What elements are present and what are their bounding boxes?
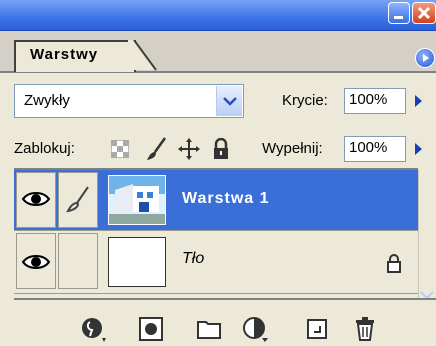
padlock-icon [387, 254, 401, 273]
new-group-icon[interactable] [196, 316, 222, 342]
layer-name[interactable]: Tło [182, 250, 204, 268]
close-icon [417, 6, 431, 20]
visibility-toggle[interactable] [16, 233, 56, 289]
lock-label: Zablokuj: [14, 140, 75, 157]
move-lock-icon[interactable] [178, 138, 200, 160]
visibility-toggle[interactable] [16, 172, 56, 228]
fill-label: Wypełnij: [262, 140, 323, 157]
layers-scrollbar[interactable] [418, 170, 436, 310]
photo-thumbnail-icon [109, 176, 165, 224]
opacity-label: Krycie: [282, 92, 328, 109]
brush-icon [66, 186, 89, 213]
close-button[interactable] [412, 2, 436, 24]
layer-style-icon[interactable] [80, 316, 106, 342]
fill-slider-arrow-icon[interactable] [410, 136, 428, 162]
chevron-down-icon [223, 97, 237, 106]
tab-edge [128, 40, 157, 71]
eye-icon [21, 255, 51, 269]
opacity-input[interactable]: 100% [344, 88, 406, 114]
minimize-button[interactable] [388, 2, 410, 24]
padlock-icon[interactable] [212, 138, 230, 160]
new-layer-icon[interactable] [304, 316, 330, 342]
layer-name[interactable]: Warstwa 1 [182, 190, 270, 208]
eye-icon [21, 192, 51, 206]
panel-menu-button[interactable] [415, 48, 435, 68]
layer-thumbnail[interactable] [108, 237, 166, 287]
link-toggle[interactable] [58, 172, 98, 228]
opacity-slider-arrow-icon[interactable] [410, 88, 428, 114]
fill-input[interactable]: 100% [344, 136, 406, 162]
brush-lock-icon[interactable] [145, 136, 169, 162]
blend-mode-value: Zwykły [24, 92, 70, 109]
layer-mask-icon[interactable] [138, 316, 164, 342]
blend-mode-dropdown-button[interactable] [216, 86, 242, 116]
link-toggle[interactable] [58, 233, 98, 289]
layer-thumbnail[interactable] [108, 175, 166, 225]
adjustment-layer-icon[interactable] [242, 316, 268, 342]
trash-icon[interactable] [352, 316, 378, 342]
window-titlebar [0, 0, 436, 31]
tab-layers-label: Warstwy [30, 46, 99, 63]
transparency-lock-icon[interactable] [111, 140, 129, 158]
